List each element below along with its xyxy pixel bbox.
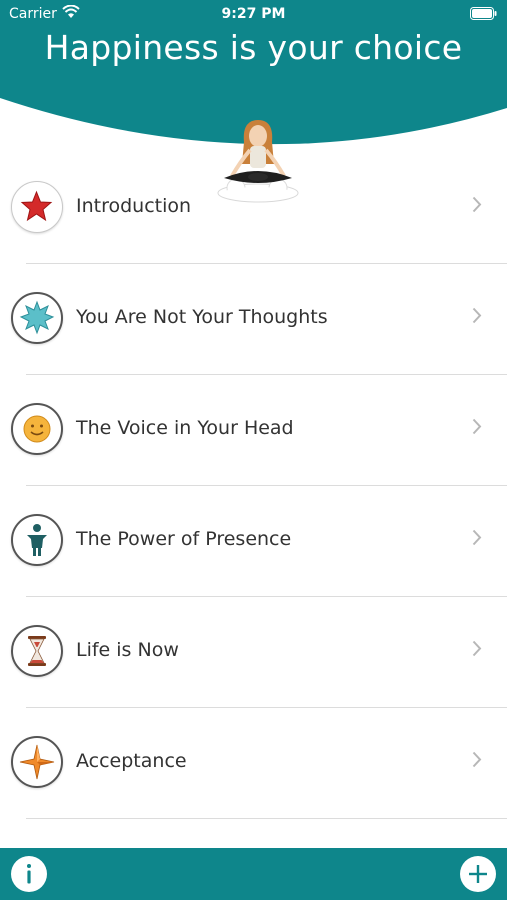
chapter-row-acceptance[interactable]: Acceptance: [0, 708, 507, 819]
chevron-right-icon: [472, 751, 482, 772]
row-divider: [26, 818, 507, 819]
chapter-row-the-voice-in-your-head[interactable]: The Voice in Your Head: [0, 375, 507, 486]
chapter-row-introduction[interactable]: Introduction: [0, 153, 507, 264]
chevron-right-icon: [472, 640, 482, 661]
plus-icon: [469, 865, 487, 883]
compass-star-icon: [11, 736, 63, 788]
clock: 9:27 PM: [221, 6, 286, 22]
hourglass-icon: [11, 625, 63, 677]
battery-icon: [470, 7, 497, 24]
chevron-right-icon: [472, 307, 482, 328]
add-button[interactable]: [460, 856, 496, 892]
chevron-right-icon: [472, 529, 482, 550]
chapter-label: Life is Now: [76, 639, 179, 661]
bottom-toolbar: [0, 848, 507, 900]
chapter-label: The Power of Presence: [76, 528, 292, 550]
chapter-row-you-are-not-your-thoughts[interactable]: You Are Not Your Thoughts: [0, 264, 507, 375]
status-bar: Carrier 9:27 PM: [0, 0, 507, 28]
chapter-label: You Are Not Your Thoughts: [76, 306, 328, 328]
info-button[interactable]: [11, 856, 47, 892]
chapter-list: Introduction You Are Not Your Thoughts T…: [0, 153, 507, 819]
header: Carrier 9:27 PM Happiness is your choice: [0, 0, 507, 203]
smiley-face-icon: [11, 403, 63, 455]
red-star-icon: [11, 181, 63, 233]
chapter-row-life-is-now[interactable]: Life is Now: [0, 597, 507, 708]
teal-burst-icon: [11, 292, 63, 344]
chapter-label: Introduction: [76, 195, 192, 217]
info-icon: [27, 864, 31, 884]
meditating-figure-icon: [11, 514, 63, 566]
chapter-label: The Voice in Your Head: [76, 417, 294, 439]
chevron-right-icon: [472, 418, 482, 439]
chevron-right-icon: [472, 196, 482, 217]
chapter-row-the-power-of-presence[interactable]: The Power of Presence: [0, 486, 507, 597]
chapter-label: Acceptance: [76, 750, 187, 772]
page-title: Happiness is your choice: [44, 28, 463, 67]
